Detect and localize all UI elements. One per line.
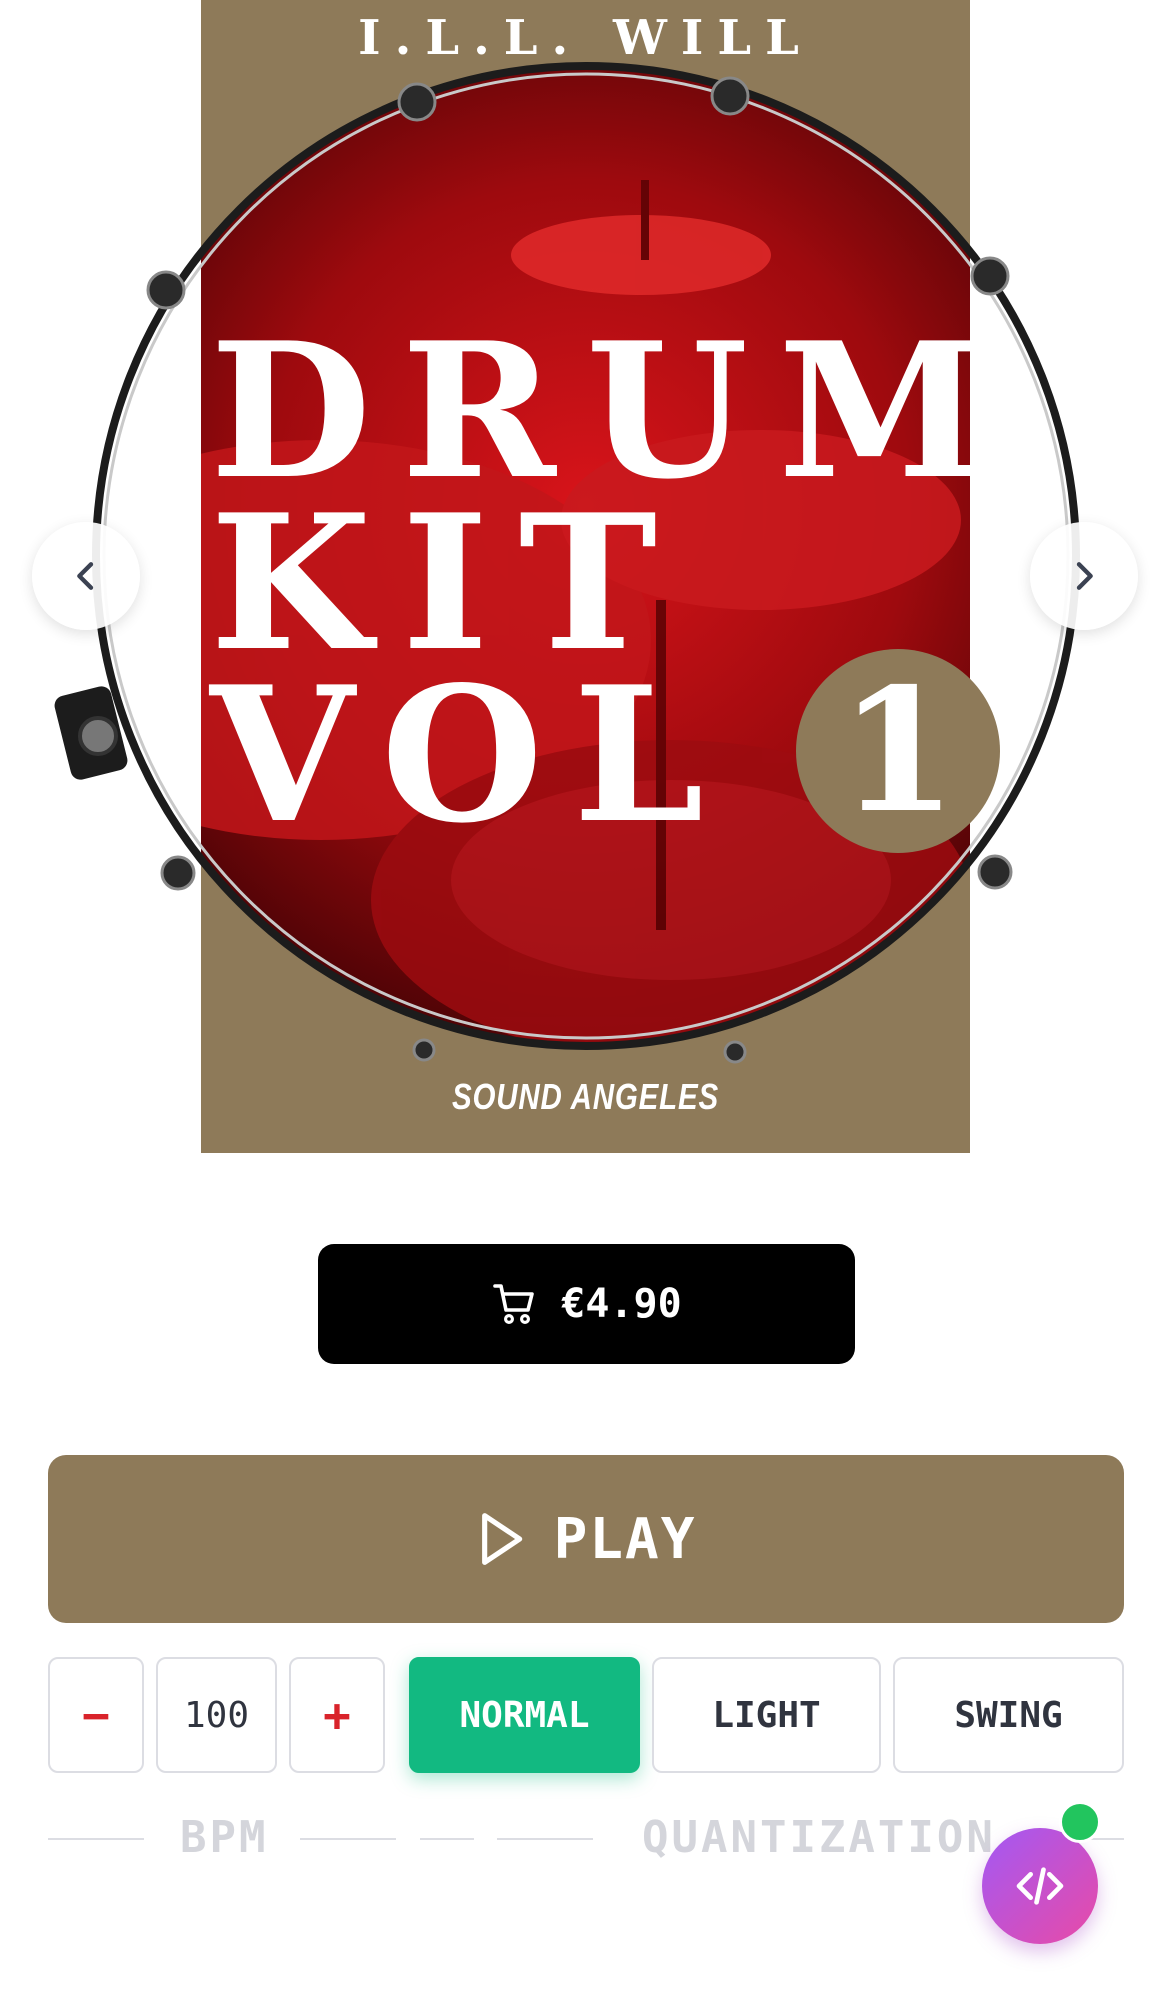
chevron-right-icon — [1076, 562, 1093, 590]
price-label: €4.90 — [561, 1281, 682, 1327]
play-button[interactable]: PLAY — [48, 1455, 1124, 1623]
bpm-increment-button[interactable]: + — [289, 1657, 385, 1773]
caption-divider — [497, 1838, 593, 1840]
cover-title-line-3: VOL — [210, 645, 734, 864]
bpm-decrement-button[interactable]: − — [48, 1657, 144, 1773]
dev-tools-fab[interactable] — [982, 1828, 1098, 1944]
chevron-left-icon — [77, 562, 94, 590]
cart-icon — [493, 1284, 535, 1324]
carousel-next-button[interactable] — [1030, 522, 1138, 630]
caption-divider — [420, 1838, 474, 1840]
volume-badge: 1 — [796, 649, 1000, 853]
carousel-prev-button[interactable] — [32, 522, 140, 630]
artist-name: I.L.L. WILL — [358, 10, 813, 66]
brand-logo: SOUND ANGELES — [451, 1076, 720, 1117]
play-icon — [481, 1513, 522, 1565]
status-indicator — [1059, 1801, 1101, 1843]
quantization-swing-button[interactable]: SWING — [893, 1657, 1124, 1773]
buy-button[interactable]: €4.90 — [318, 1244, 855, 1364]
quantization-light-button[interactable]: LIGHT — [652, 1657, 881, 1773]
caption-divider — [300, 1838, 396, 1840]
quantization-normal-button[interactable]: NORMAL — [409, 1657, 640, 1773]
bpm-caption: BPM — [180, 1812, 269, 1863]
code-icon — [1016, 1867, 1064, 1905]
quantization-caption: QUANTIZATION — [642, 1812, 996, 1863]
bpm-value-field[interactable]: 100 — [156, 1657, 277, 1773]
play-label: PLAY — [553, 1506, 697, 1572]
caption-divider — [48, 1838, 144, 1840]
